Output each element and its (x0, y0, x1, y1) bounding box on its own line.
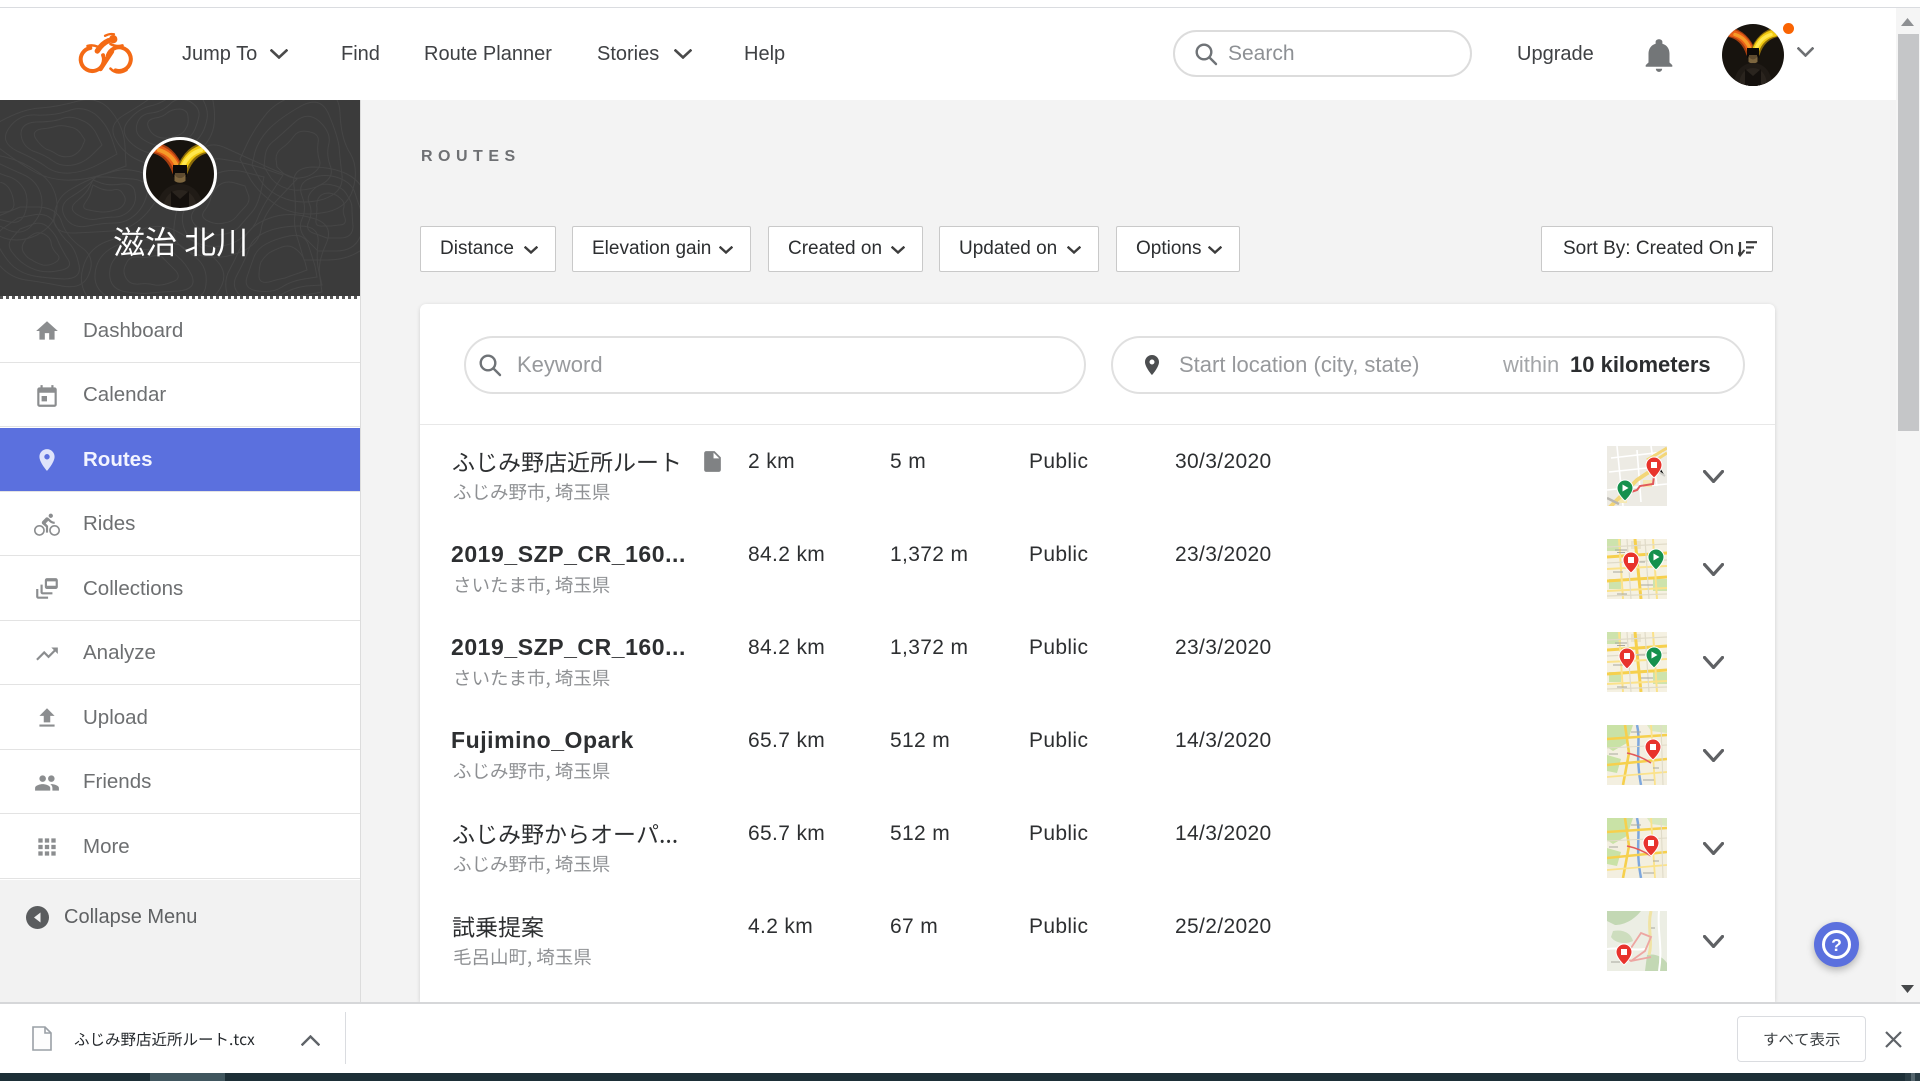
svg-text:?: ? (1831, 935, 1842, 955)
